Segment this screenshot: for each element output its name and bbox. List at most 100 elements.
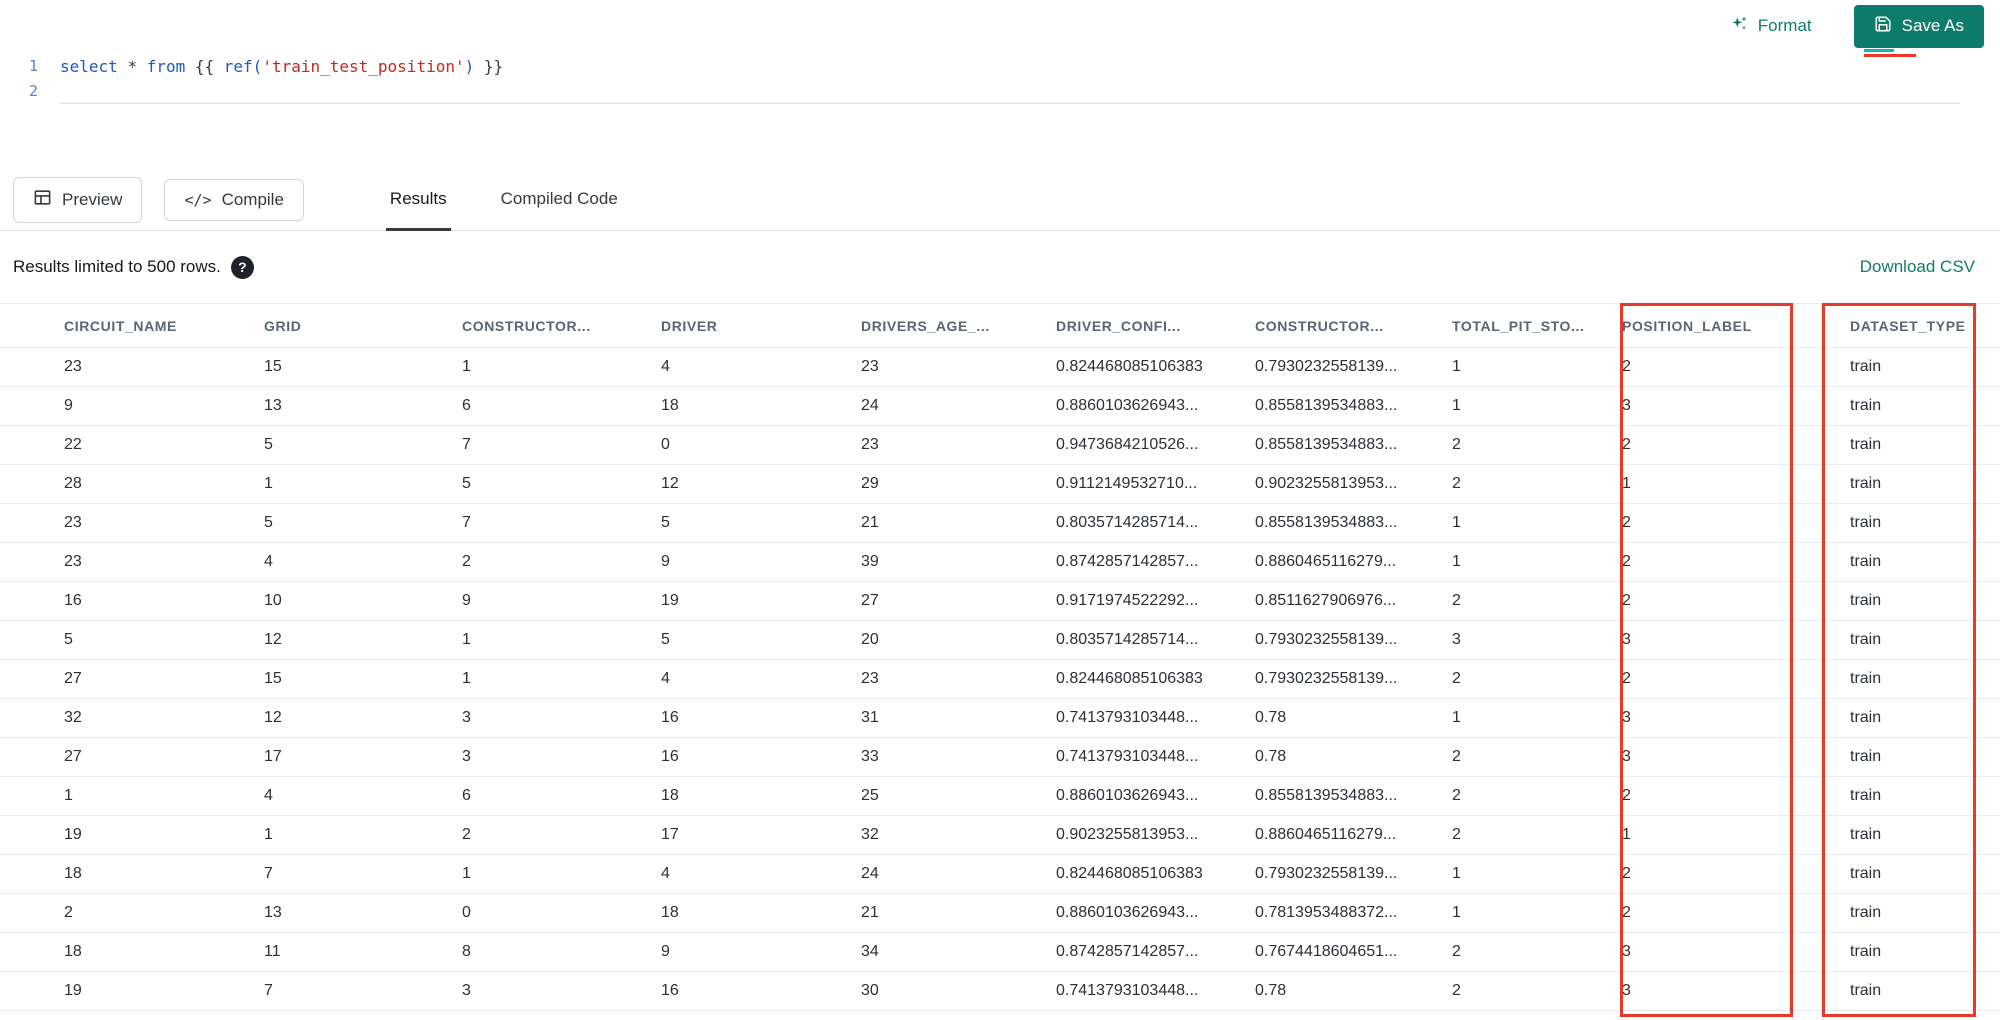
table-cell: 18 [661, 776, 861, 816]
table-cell: 2 [0, 893, 264, 933]
table-cell: 18 [661, 386, 861, 426]
table-cell: 28 [0, 464, 264, 504]
table-cell: 0.9171974522292... [1056, 581, 1255, 621]
table-cell: 2 [1622, 425, 1820, 465]
editor-header: Format Save As [0, 0, 2000, 57]
table-cell: 0.8558139534883... [1255, 425, 1452, 465]
table-cell: 0.8035714285714... [1056, 620, 1255, 660]
table-cell: 2 [462, 815, 661, 855]
table-cell: 25 [861, 776, 1056, 816]
table-cell: train [1820, 464, 2000, 504]
table-cell: train [1820, 347, 2000, 387]
table-cell: 4 [661, 347, 861, 387]
table-cell: 0.8558139534883... [1255, 386, 1452, 426]
table-cell: 21 [861, 893, 1056, 933]
table-cell: 16 [661, 971, 861, 1011]
results-info-bar: Results limited to 500 rows. ? Download … [0, 231, 2000, 303]
table-row: 28 1 5 12 29 0.9112149532710... 0.902325581395… [0, 464, 2000, 504]
table-row: 18 7 1 4 24 0.824468085106383 0.7930232558139.… [0, 854, 2000, 894]
table-cell: 30 [861, 971, 1056, 1011]
table-row: 23 5 7 5 21 0.8035714285714... 0.8558139534883… [0, 503, 2000, 543]
table-cell: 18 [0, 932, 264, 972]
table-cell: train [1820, 737, 2000, 777]
table-cell: 0.8558139534883... [1255, 776, 1452, 816]
table-cell: 16 [661, 737, 861, 777]
table-row: 2 13 0 18 21 0.8860103626943... 0.781395348837… [0, 893, 2000, 933]
table-cell: 8 [462, 932, 661, 972]
table-cell: 39 [861, 542, 1056, 582]
table-cell: 4 [264, 542, 462, 582]
table-cell: 33 [861, 737, 1056, 777]
table-cell: 27 [861, 581, 1056, 621]
table-cell: 1 [1622, 464, 1820, 504]
table-cell: 27 [0, 737, 264, 777]
code-text: select * from {{ ref('train_test_positio… [60, 57, 504, 76]
table-cell: 0.8035714285714... [1056, 503, 1255, 543]
table-cell: 0.8860103626943... [1056, 893, 1255, 933]
table-cell: 12 [661, 464, 861, 504]
table-cell: 17 [661, 815, 861, 855]
table-cell: 0.8558139534883... [1255, 503, 1452, 543]
table-cell: 21 [861, 503, 1056, 543]
table-cell: 3 [1452, 620, 1622, 660]
table-cell: 2 [1622, 581, 1820, 621]
table-cell: 29 [861, 464, 1056, 504]
table-cell: 2 [1622, 503, 1820, 543]
table-cell: 0.78 [1255, 971, 1452, 1011]
table-cell: 0.8742857142857... [1056, 932, 1255, 972]
minimap-token-teal [1864, 49, 1894, 52]
column-header: CONSTRUCTOR... [462, 303, 661, 348]
table-cell: 1 [1452, 698, 1622, 738]
table-cell: 1 [1452, 893, 1622, 933]
code-line[interactable]: 2 [0, 79, 2000, 104]
table-grid-icon [33, 188, 52, 212]
table-cell: 1 [1622, 815, 1820, 855]
table-cell: 7 [462, 425, 661, 465]
code-line[interactable]: 1 select * from {{ ref('train_test_positi… [0, 54, 2000, 79]
table-cell: train [1820, 542, 2000, 582]
table-cell: 19 [0, 971, 264, 1011]
table-cell: 5 [264, 503, 462, 543]
column-header: TOTAL_PIT_STO... [1452, 303, 1622, 348]
table-cell: 0.7413793103448... [1056, 698, 1255, 738]
editor-minimap [1864, 49, 1930, 59]
table-cell: 0.9023255813953... [1255, 464, 1452, 504]
minimap-token-red [1864, 54, 1916, 57]
table-cell: 2 [1452, 971, 1622, 1011]
table-cell: 0.8742857142857... [1056, 542, 1255, 582]
table-cell: 23 [861, 425, 1056, 465]
table-cell: 15 [264, 659, 462, 699]
table-cell: 0.9473684210526... [1056, 425, 1255, 465]
sql-editor[interactable]: 1 select * from {{ ref('train_test_positi… [0, 52, 2000, 170]
table-cell: 0.824468085106383 [1056, 659, 1255, 699]
table-row: 16 10 9 19 27 0.9171974522292... 0.85116279069… [0, 581, 2000, 621]
table-cell: 0.78 [1255, 698, 1452, 738]
table-row: 23 4 2 9 39 0.8742857142857... 0.8860465116279… [0, 542, 2000, 582]
table-cell: 3 [462, 971, 661, 1011]
table-cell: 0.8860465116279... [1255, 542, 1452, 582]
table-cell: 7 [264, 854, 462, 894]
format-button[interactable]: Format [1729, 14, 1812, 39]
tab-results[interactable]: Results [385, 170, 451, 231]
table-cell: 22 [0, 425, 264, 465]
column-header: CIRCUIT_NAME [0, 303, 264, 348]
table-cell: 1 [462, 854, 661, 894]
download-csv-link[interactable]: Download CSV [1860, 257, 1975, 277]
save-as-button[interactable]: Save As [1853, 4, 1984, 48]
table-row: 19 1 2 17 32 0.9023255813953... 0.886046511627… [0, 815, 2000, 855]
table-cell: 0.7930232558139... [1255, 620, 1452, 660]
table-row: 22 5 7 0 23 0.9473684210526... 0.8558139534883… [0, 425, 2000, 465]
line-number: 1 [28, 57, 38, 75]
preview-button[interactable]: Preview [13, 177, 143, 223]
table-cell: 3 [1622, 620, 1820, 660]
table-cell: 11 [264, 932, 462, 972]
table-cell: 3 [1622, 932, 1820, 972]
tab-compiled-code[interactable]: Compiled Code [497, 170, 622, 231]
compile-button[interactable]: </> Compile [164, 179, 304, 221]
help-icon[interactable]: ? [230, 255, 254, 279]
table-cell: 2 [1452, 776, 1622, 816]
results-toolbar: Preview </> Compile Results Compiled Cod… [0, 170, 2000, 231]
table-cell: 18 [0, 854, 264, 894]
table-cell: train [1820, 581, 2000, 621]
table-cell: 1 [264, 815, 462, 855]
